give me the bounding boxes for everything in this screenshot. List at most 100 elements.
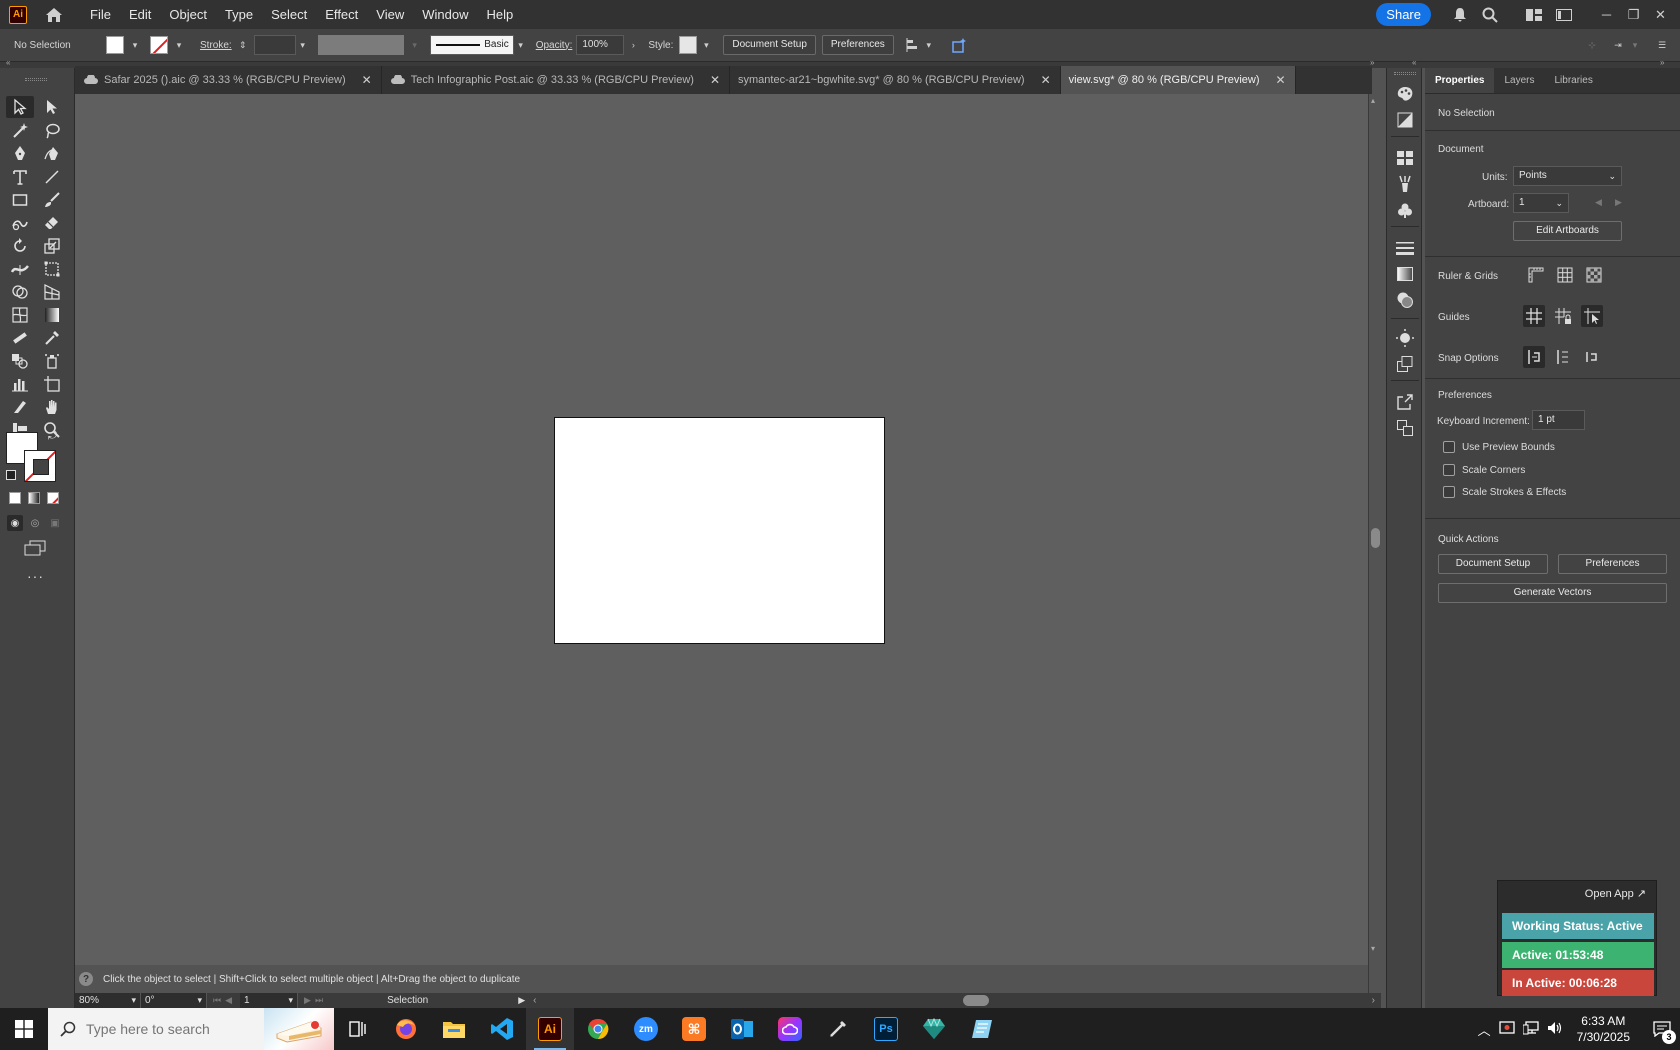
draw-inside-icon[interactable]: ▣ [47,515,63,531]
first-prev-artboard-icon[interactable]: ⏮◀ [213,995,236,1006]
menu-object[interactable]: Object [160,0,216,29]
tab-close-icon[interactable]: ✕ [710,73,720,87]
help-icon[interactable]: ? [79,972,93,986]
lock-guides-icon[interactable] [1552,305,1574,327]
file-explorer-icon[interactable] [430,1008,478,1050]
zoom-field[interactable]: 80% ▾ [75,993,141,1008]
preferences-button[interactable]: Preferences [821,35,894,55]
rotation-field[interactable]: 0° ▾ [141,993,207,1008]
open-app-link[interactable]: Open App ↗ [1585,887,1646,900]
workspace-icon[interactable] [1549,0,1579,29]
notes-app-icon[interactable] [958,1008,1006,1050]
color-guide-icon[interactable] [1395,110,1415,130]
snap-to-glyph-icon[interactable] [1581,346,1603,368]
minimize-icon[interactable]: ─ [1593,0,1620,29]
grid-icon[interactable] [1554,264,1576,286]
direct-selection-tool-icon[interactable] [38,96,66,118]
symbol-sprayer-tool-icon[interactable] [38,350,66,372]
snap-to-pixel-icon[interactable] [1552,346,1574,368]
draw-behind-icon[interactable]: ◎ [27,515,43,531]
tab-view-svg[interactable]: view.svg* @ 80 % (RGB/CPU Preview) ✕ [1060,66,1296,94]
notifications-bell-icon[interactable] [1445,0,1475,29]
tab-close-icon[interactable]: ✕ [1276,73,1286,87]
magic-wand-tool-icon[interactable] [6,120,34,142]
stroke-dropdown-icon[interactable]: ▾ [172,36,186,54]
horizontal-scroll-thumb[interactable] [963,995,989,1006]
prev-artboard-icon[interactable]: ◀ [1595,197,1602,208]
appearance-panel-icon[interactable] [1395,328,1415,348]
vertical-scroll-thumb[interactable] [1371,528,1380,548]
tab-libraries[interactable]: Libraries [1544,68,1602,93]
gradient-panel-icon[interactable] [1395,264,1415,284]
rotate-tool-icon[interactable] [6,235,34,257]
menu-select[interactable]: Select [262,0,316,29]
tab-close-icon[interactable]: ✕ [1041,73,1051,87]
tab-properties[interactable]: Properties [1425,68,1495,93]
opacity-input[interactable]: 100% [576,35,625,55]
eyedropper-tool-icon[interactable] [38,327,66,349]
menu-help[interactable]: Help [477,0,522,29]
scroll-up-icon[interactable]: ▴ [1371,96,1375,105]
brushes-panel-icon[interactable] [1395,174,1415,194]
export-asset-icon[interactable] [1395,392,1415,412]
zoom-dropdown-icon[interactable]: ▾ [131,995,136,1006]
tab-tech-infographic[interactable]: Tech Infographic Post.aic @ 33.33 % (RGB… [382,66,730,94]
menu-edit[interactable]: Edit [120,0,160,29]
curvature-tool-icon[interactable] [38,143,66,165]
shaper-tool-icon[interactable] [6,212,34,234]
scale-strokes-checkbox[interactable] [1443,486,1455,498]
rotation-dropdown-icon[interactable]: ▾ [197,995,202,1006]
collapse-left-icon[interactable]: « [6,58,10,67]
security-tray-icon[interactable] [1498,1020,1515,1038]
mesh-tool-icon[interactable] [6,304,34,326]
none-mode-icon[interactable] [47,492,59,504]
firefox-icon[interactable] [382,1008,430,1050]
selection-tool-icon[interactable] [6,96,34,118]
stroke-label[interactable]: Stroke: [200,40,232,51]
stroke-color-box[interactable] [24,450,56,482]
transform-icon[interactable]: ⊹ [1582,37,1602,55]
artboards-panel-icon[interactable] [1395,418,1415,438]
photoshop-icon[interactable]: Ps [862,1008,910,1050]
menu-view[interactable]: View [367,0,413,29]
variable-width-profile[interactable] [317,35,404,55]
stroke-swatch[interactable] [150,36,168,54]
graphic-styles-icon[interactable] [1395,354,1415,374]
align-dropdown-icon[interactable]: ▾ [922,36,936,54]
search-highlight-image[interactable] [264,1008,334,1050]
shape-builder-tool-icon[interactable] [6,281,34,303]
creative-cloud-icon[interactable] [766,1008,814,1050]
default-colors-icon[interactable] [6,470,16,480]
blend-tool-icon[interactable] [6,350,34,372]
stroke-panel-icon[interactable] [1395,238,1415,258]
home-icon[interactable] [43,4,65,26]
screen-mode-icon[interactable] [24,540,46,559]
vertical-scrollbar[interactable]: ▴ ▾ [1368,94,1381,993]
type-tool-icon[interactable] [6,166,34,188]
status-menu-icon[interactable]: ▶ [518,995,525,1006]
free-transform-tool-icon[interactable] [38,258,66,280]
use-preview-bounds-checkbox[interactable] [1443,441,1455,453]
opacity-arrow-icon[interactable]: › [626,36,640,54]
paintbrush-tool-icon[interactable] [38,189,66,211]
stroke-weight-input[interactable] [253,35,296,55]
zoom-app-icon[interactable]: zm [622,1008,670,1050]
menu-file[interactable]: File [81,0,120,29]
gradient-tool-icon[interactable] [38,304,66,326]
illustrator-taskbar-icon[interactable]: Ai [526,1008,574,1050]
profile-dropdown-icon[interactable]: ▾ [408,36,422,54]
tab-close-icon[interactable]: ✕ [362,73,372,87]
menu-window[interactable]: Window [413,0,477,29]
snap-to-point-icon[interactable] [1523,346,1545,368]
tab-symantec[interactable]: symantec-ar21~bgwhite.svg* @ 80 % (RGB/C… [730,66,1061,94]
units-select[interactable]: Points ⌄ [1513,166,1622,186]
transparency-grid-icon[interactable] [1583,264,1605,286]
stroke-weight-stepper[interactable]: ⇕ [236,36,250,54]
fill-dropdown-icon[interactable]: ▾ [128,36,142,54]
strip-grip[interactable] [1394,72,1416,75]
menu-effect[interactable]: Effect [316,0,367,29]
arrange-documents-icon[interactable] [1519,0,1549,29]
expand-strip-icon[interactable]: « [1412,58,1416,67]
gradient-mode-icon[interactable] [28,492,40,504]
hand-tool-icon[interactable] [38,396,66,418]
